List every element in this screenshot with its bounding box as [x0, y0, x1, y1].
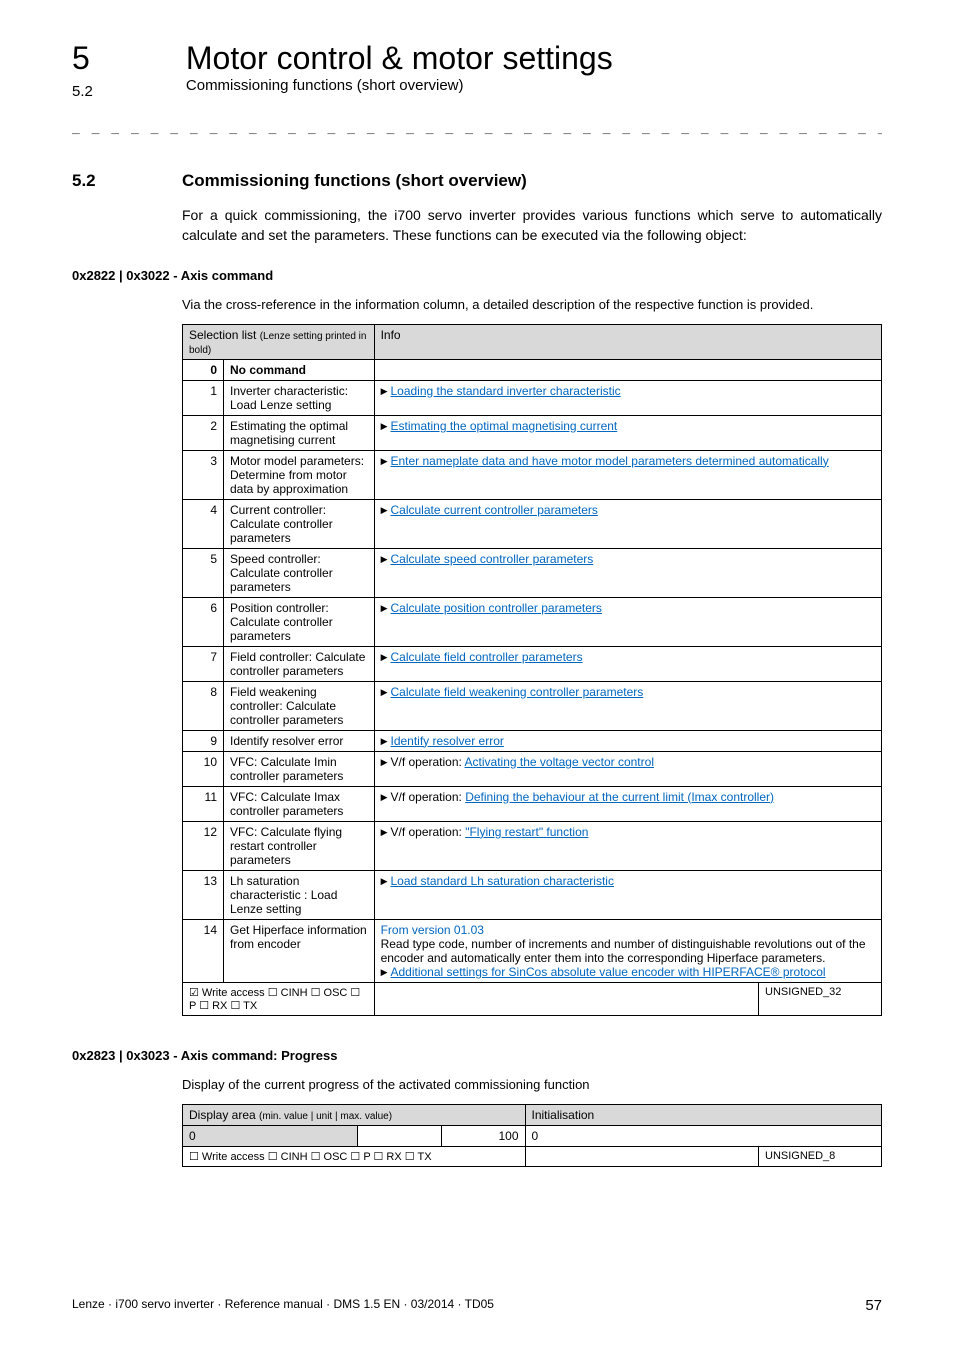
axis-progress-note: Display of the current progress of the a… — [182, 1077, 882, 1092]
info-link[interactable]: Estimating the optimal magnetising curre… — [390, 419, 617, 433]
table-row: 7Field controller: Calculate controller … — [183, 646, 882, 681]
selection-col-header: Selection list (Lenze setting printed in… — [183, 324, 375, 359]
section-number-header: 5.2 — [72, 83, 182, 100]
table-footer-row: ☐ Write access ☐ CINH ☐ OSC ☐ P ☐ RX ☐ T… — [183, 1146, 882, 1166]
axis-command-heading: 0x2822 | 0x3022 - Axis command — [72, 268, 882, 283]
table-row: 2Estimating the optimal magnetising curr… — [183, 415, 882, 450]
axis-progress-heading: 0x2823 | 0x3023 - Axis command: Progress — [72, 1048, 882, 1063]
row14-description: Read type code, number of increments and… — [381, 937, 875, 965]
axis-command-note: Via the cross-reference in the informati… — [182, 297, 882, 312]
info-link[interactable]: Loading the standard inverter characteri… — [390, 384, 620, 398]
version-note: From version 01.03 — [381, 923, 875, 937]
info-link[interactable]: Calculate field controller parameters — [390, 650, 582, 664]
table-row: 11VFC: Calculate Imax controller paramet… — [183, 786, 882, 821]
info-link[interactable]: Activating the voltage vector control — [465, 755, 654, 769]
selection-table: Selection list (Lenze setting printed in… — [182, 324, 882, 1016]
display-col-header: Display area (min. value | unit | max. v… — [183, 1104, 526, 1125]
table-row: 9Identify resolver errorIdentify resolve… — [183, 730, 882, 751]
info-link[interactable]: "Flying restart" function — [465, 825, 588, 839]
section-number: 5.2 — [72, 171, 182, 191]
display-area-table: Display area (min. value | unit | max. v… — [182, 1104, 882, 1167]
info-link[interactable]: Calculate current controller parameters — [390, 503, 597, 517]
table-row: 6Position controller: Calculate controll… — [183, 597, 882, 646]
table-row: 4Current controller: Calculate controlle… — [183, 499, 882, 548]
section-title-header: Commissioning functions (short overview) — [186, 77, 464, 94]
info-link[interactable]: Load standard Lh saturation characterist… — [390, 874, 613, 888]
page-number: 57 — [865, 1297, 882, 1314]
info-link[interactable]: Enter nameplate data and have motor mode… — [390, 454, 828, 468]
chapter-number: 5 — [72, 40, 182, 77]
info-link[interactable]: Defining the behaviour at the current li… — [465, 790, 774, 804]
info-link[interactable]: Calculate speed controller parameters — [390, 552, 593, 566]
section-title: Commissioning functions (short overview) — [182, 171, 527, 191]
table-row: 8Field weakening controller: Calculate c… — [183, 681, 882, 730]
table-row: 14 Get Hiperface information from encode… — [183, 919, 882, 982]
table-row: 13Lh saturation characteristic : Load Le… — [183, 870, 882, 919]
table-row: 10VFC: Calculate Imin controller paramet… — [183, 751, 882, 786]
table-row: 3Motor model parameters: Determine from … — [183, 450, 882, 499]
table-row: 5Speed controller: Calculate controller … — [183, 548, 882, 597]
footer-text: Lenze · i700 servo inverter · Reference … — [72, 1297, 494, 1314]
table-row: 1Inverter characteristic: Load Lenze set… — [183, 380, 882, 415]
table-row: 12VFC: Calculate flying restart controll… — [183, 821, 882, 870]
info-link[interactable]: Calculate position controller parameters — [390, 601, 601, 615]
info-col-header: Info — [374, 324, 881, 359]
chapter-title: Motor control & motor settings — [186, 40, 613, 76]
info-link[interactable]: Additional settings for SinCos absolute … — [390, 965, 825, 979]
table-footer-row: ☑ Write access ☐ CINH ☐ OSC ☐ P ☐ RX ☐ T… — [183, 982, 882, 1015]
table-row: 0No command — [183, 359, 882, 380]
table-row: 0 100 0 — [183, 1125, 882, 1146]
info-link[interactable]: Identify resolver error — [390, 734, 503, 748]
section-intro: For a quick commissioning, the i700 serv… — [182, 205, 882, 246]
init-col-header: Initialisation — [525, 1104, 882, 1125]
info-link[interactable]: Calculate field weakening controller par… — [390, 685, 643, 699]
divider-dashes: _ _ _ _ _ _ _ _ _ _ _ _ _ _ _ _ _ _ _ _ … — [72, 120, 882, 135]
